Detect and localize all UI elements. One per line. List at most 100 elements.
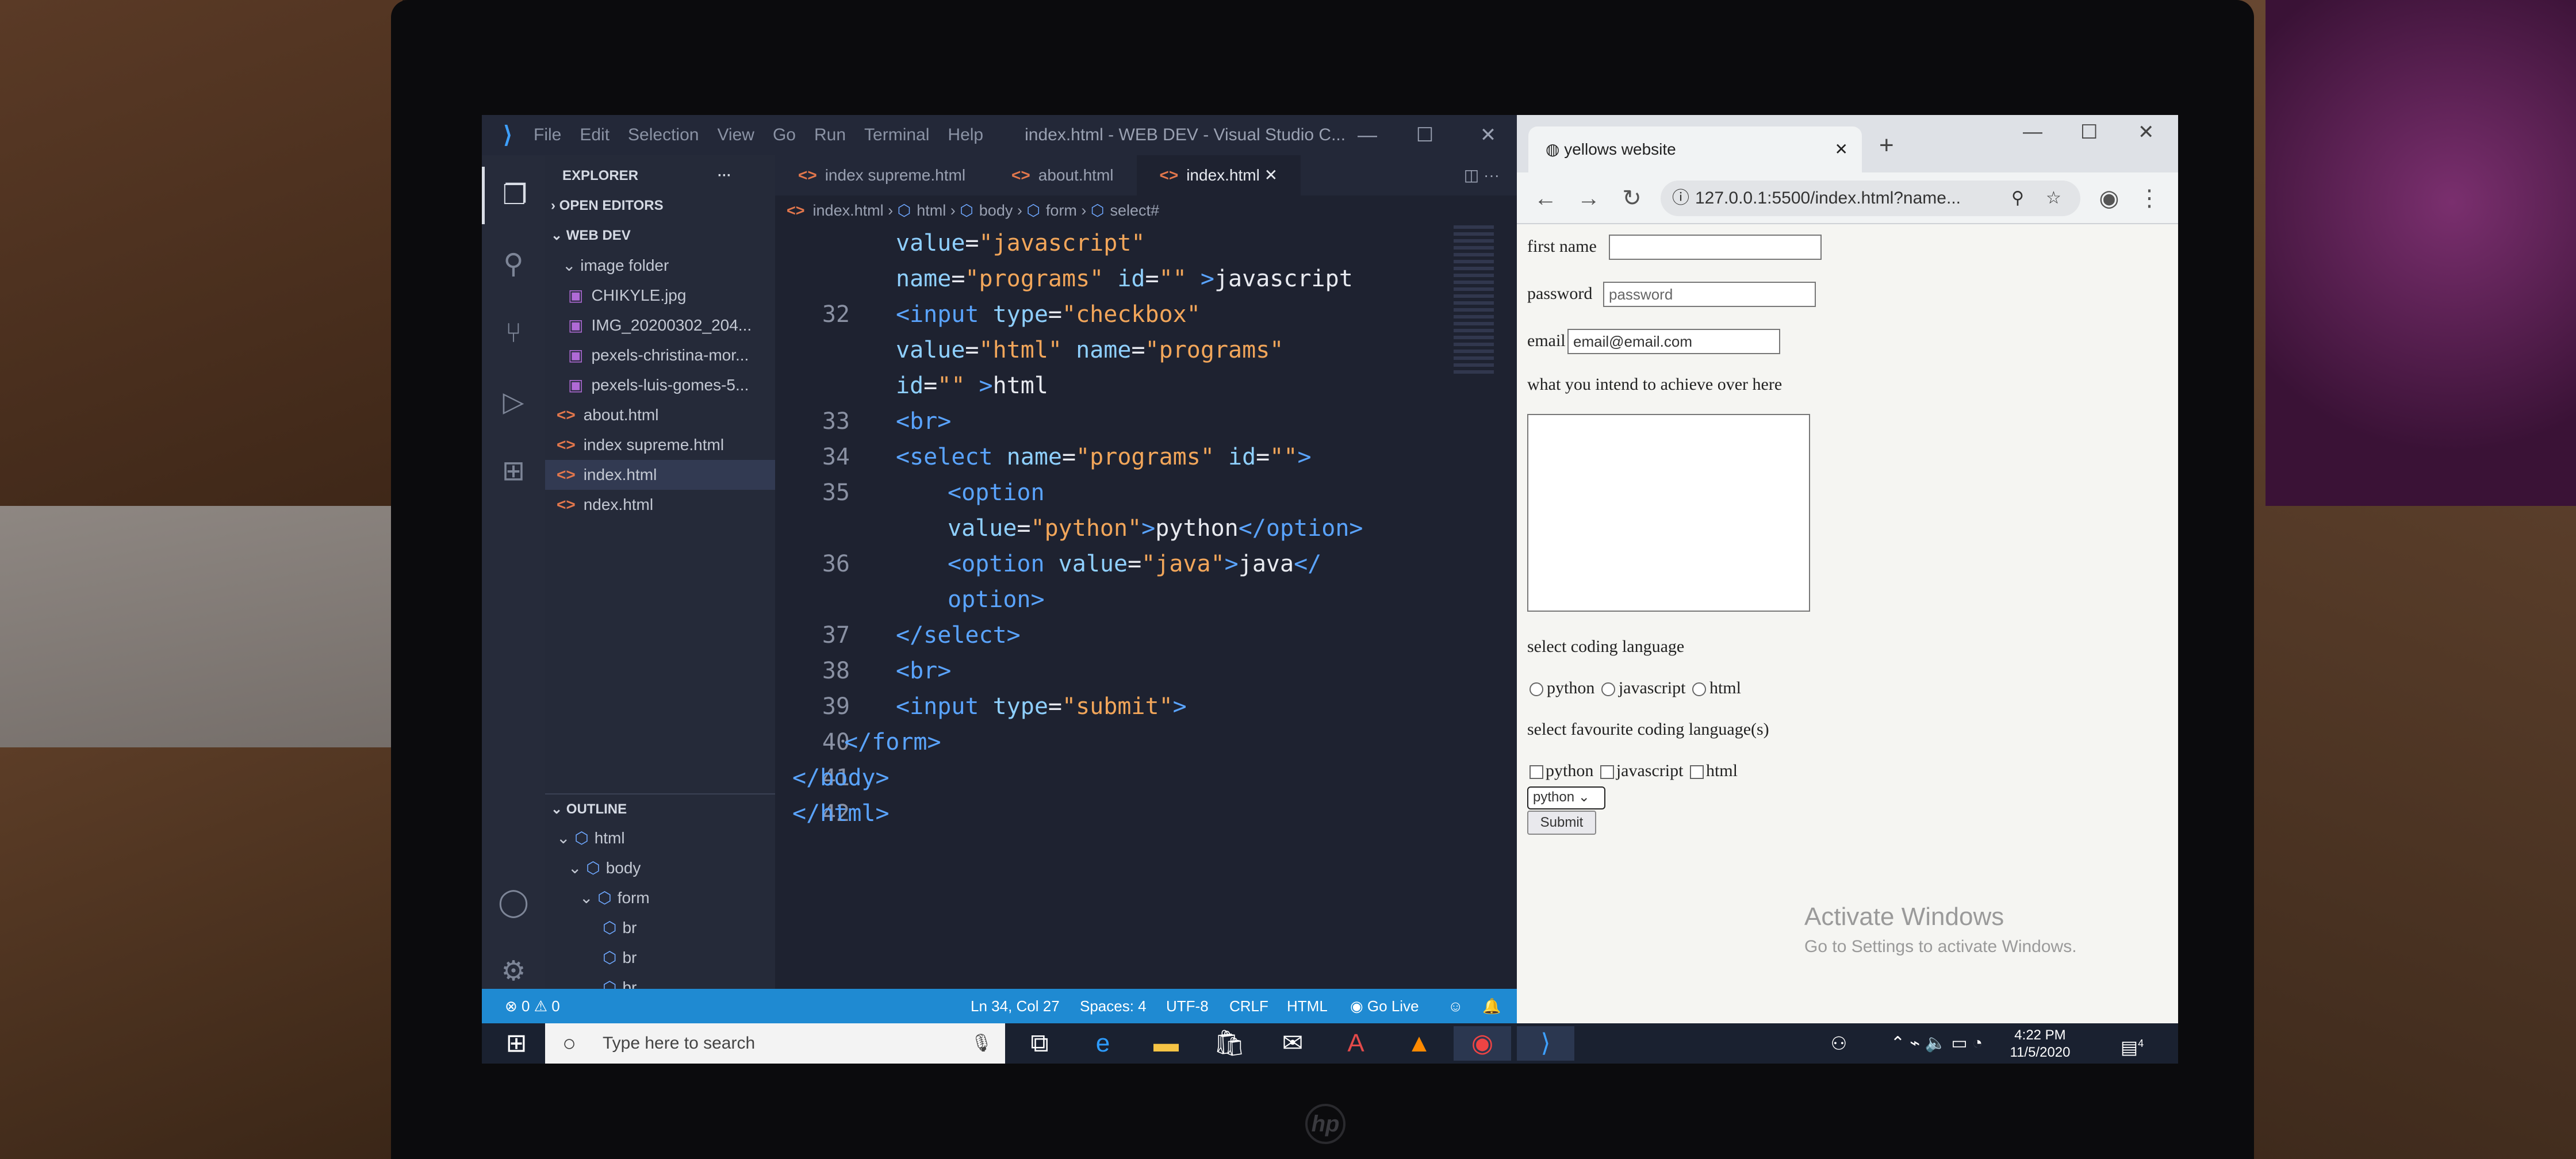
code-line[interactable]: id="" >html <box>775 368 1454 404</box>
breadcrumb-item[interactable]: index.html <box>813 202 884 219</box>
outline-item[interactable]: ⬡ br <box>545 973 775 989</box>
outline-item[interactable]: ⌄ ⬡ form <box>545 883 775 913</box>
menu-selection[interactable]: Selection <box>628 125 699 145</box>
menu-icon[interactable]: ⋮ <box>2132 181 2167 216</box>
radio-html[interactable] <box>1692 682 1706 697</box>
bell-icon[interactable]: 🔔 <box>1482 989 1501 1023</box>
minimize-icon[interactable]: — <box>2023 121 2042 143</box>
workspace-section[interactable]: ⌄ WEB DEV <box>545 221 775 251</box>
close-icon[interactable]: ✕ <box>1459 115 1517 155</box>
code-line[interactable]: 34 <select name="programs" id=""> <box>775 439 1454 475</box>
code-line[interactable]: 42 </html> <box>775 796 1454 831</box>
outline-section[interactable]: ⌄ OUTLINE <box>545 793 775 823</box>
open-editors-section[interactable]: › OPEN EDITORS <box>545 191 775 221</box>
address-bar[interactable]: ⓘ 127.0.0.1:5500/index.html?name... ⚲ ☆ <box>1661 181 2080 216</box>
breadcrumb-item[interactable]: select# <box>1110 202 1160 219</box>
code-line[interactable]: name="programs" id="" >javascript <box>775 261 1454 297</box>
code-line[interactable]: value="python">python</option> <box>775 511 1454 546</box>
edge-icon[interactable]: e <box>1074 1026 1132 1061</box>
menu-run[interactable]: Run <box>814 125 846 145</box>
account-icon[interactable]: ◯ <box>482 874 545 931</box>
tab-close-icon[interactable]: ✕ <box>1835 126 1848 172</box>
acrobat-icon[interactable]: A <box>1327 1026 1385 1061</box>
file-item[interactable]: <> index supreme.html <box>545 430 775 460</box>
menu-file[interactable]: File <box>534 125 561 145</box>
maximize-icon[interactable]: ☐ <box>1396 115 1454 155</box>
vlc-icon[interactable]: ▲ <box>1390 1026 1448 1061</box>
checkbox-html[interactable] <box>1689 765 1704 780</box>
maximize-icon[interactable]: ☐ <box>2080 121 2098 144</box>
menu-help[interactable]: Help <box>948 125 983 145</box>
password-input[interactable]: password <box>1603 282 1816 307</box>
browser-tab[interactable]: ◍ yellows website ✕ <box>1528 126 1862 172</box>
checkbox-javascript[interactable] <box>1600 765 1614 780</box>
line-ending[interactable]: CRLF <box>1229 989 1268 1023</box>
code-line[interactable]: 32 <input type="checkbox" <box>775 297 1454 332</box>
menu-go[interactable]: Go <box>773 125 796 145</box>
indentation[interactable]: Spaces: 4 <box>1080 989 1147 1023</box>
outline-item[interactable]: ⬡ br <box>545 943 775 973</box>
windows-start-icon[interactable]: ⊞ <box>488 1026 545 1061</box>
outline-item[interactable]: ⬡ br <box>545 913 775 943</box>
store-icon[interactable]: 🛍 <box>1201 1026 1258 1061</box>
outline-item[interactable]: ⌄ ⬡ body <box>545 853 775 883</box>
tab-index[interactable]: <> index.html ✕ <box>1136 155 1301 195</box>
clock[interactable]: 4:22 PM 11/5/2020 <box>1988 1027 2092 1061</box>
info-icon[interactable]: ⓘ <box>1672 181 1689 216</box>
submit-button[interactable]: Submit <box>1527 811 1596 835</box>
profile-icon[interactable]: ◉ <box>2092 181 2126 216</box>
microphone-icon[interactable]: 🎙 <box>971 1023 992 1064</box>
explorer-icon[interactable]: ❐ <box>482 167 545 224</box>
chrome-icon[interactable]: ◉ <box>1454 1026 1511 1061</box>
star-icon[interactable]: ☆ <box>2046 181 2061 216</box>
encoding[interactable]: UTF-8 <box>1166 989 1209 1023</box>
file-item-selected[interactable]: <> index.html <box>545 460 775 490</box>
code-line[interactable]: 39 <input type="submit"> <box>775 689 1454 724</box>
file-item[interactable]: ▣ CHIKYLE.jpg <box>545 281 775 310</box>
goal-textarea[interactable] <box>1527 414 1810 612</box>
code-line[interactable]: 36 <option value="java">java</ <box>775 546 1454 582</box>
folder-image-folder[interactable]: ⌄ image folder <box>545 251 775 281</box>
breadcrumb-item[interactable]: form <box>1046 202 1077 219</box>
go-live-button[interactable]: ◉ Go Live <box>1350 989 1419 1023</box>
run-debug-icon[interactable]: ▷ <box>482 374 545 431</box>
code-line[interactable]: option> <box>775 582 1454 617</box>
file-item[interactable]: ▣ pexels-christina-mor... <box>545 340 775 370</box>
menu-terminal[interactable]: Terminal <box>864 125 929 145</box>
back-icon[interactable]: ← <box>1528 181 1563 216</box>
task-view-icon[interactable]: ⧉ <box>1011 1026 1068 1061</box>
mail-icon[interactable]: ✉ <box>1264 1026 1321 1061</box>
minimap[interactable] <box>1454 225 1494 375</box>
language-dropdown[interactable]: python ⌄ <box>1527 786 1605 809</box>
code-line[interactable]: 41 </body> <box>775 760 1454 796</box>
outline-item[interactable]: ⌄ ⬡ html <box>545 823 775 853</box>
file-explorer-icon[interactable]: ▬ <box>1137 1026 1195 1061</box>
taskbar-search[interactable]: ○ Type here to search 🎙 <box>545 1023 1005 1064</box>
file-item[interactable]: <> ndex.html <box>545 490 775 520</box>
code-line[interactable]: value="javascript" <box>775 225 1454 261</box>
breadcrumb-item[interactable]: html <box>917 202 946 219</box>
vscode-taskbar-icon[interactable]: ⟩ <box>1517 1026 1574 1061</box>
code-line[interactable]: value="html" name="programs" <box>775 332 1454 368</box>
notification-icon[interactable]: ▤4 <box>2103 1026 2161 1061</box>
problems-indicator[interactable]: ⊗ 0 ⚠ 0 <box>505 989 560 1023</box>
new-tab-icon[interactable]: + <box>1879 131 1894 160</box>
source-control-icon[interactable]: ⑂ <box>482 305 545 362</box>
checkbox-python[interactable] <box>1529 765 1543 780</box>
forward-icon[interactable]: → <box>1571 181 1606 216</box>
radio-python[interactable] <box>1529 682 1543 697</box>
close-icon[interactable]: ✕ <box>2138 121 2155 144</box>
split-editor-icon[interactable]: ◫ ··· <box>1447 155 1517 195</box>
cursor-position[interactable]: Ln 34, Col 27 <box>971 989 1060 1023</box>
radio-javascript[interactable] <box>1601 682 1615 697</box>
tab-about[interactable]: <> about.html <box>988 155 1136 195</box>
minimize-icon[interactable]: — <box>1339 115 1396 155</box>
feedback-icon[interactable]: ☺ <box>1448 989 1463 1023</box>
breadcrumb-item[interactable]: body <box>979 202 1013 219</box>
code-line[interactable]: 35 <option <box>775 475 1454 511</box>
code-line[interactable]: 38 <br> <box>775 653 1454 689</box>
menu-edit[interactable]: Edit <box>580 125 610 145</box>
tab-index-supreme[interactable]: <> index supreme.html <box>775 155 988 195</box>
reload-icon[interactable]: ↻ <box>1615 181 1649 216</box>
code-line[interactable]: 33 <br> <box>775 404 1454 439</box>
